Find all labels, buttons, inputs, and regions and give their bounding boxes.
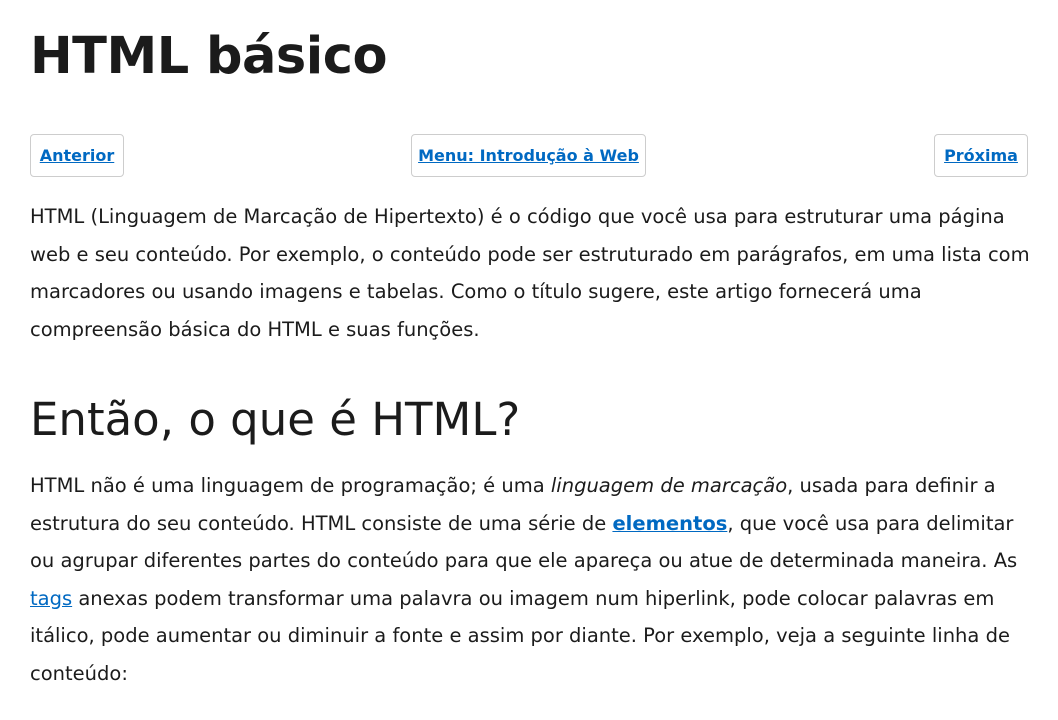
previous-link[interactable]: Anterior <box>40 146 115 165</box>
previous-button[interactable]: Anterior <box>30 134 124 177</box>
definition-text-1: HTML não é uma linguagem de programação;… <box>30 474 551 497</box>
next-link[interactable]: Próxima <box>944 146 1018 165</box>
section-heading: Então, o que é HTML? <box>30 393 521 446</box>
markup-language-emphasis: linguagem de marcação <box>550 474 788 497</box>
definition-text-4: anexas podem transformar uma palavra ou … <box>30 586 1010 685</box>
page-title: HTML básico <box>30 27 388 86</box>
intro-paragraph: HTML (Linguagem de Marcação de Hipertext… <box>30 205 1030 341</box>
article-page: HTML básico Anterior Menu: Introdução à … <box>0 0 1058 720</box>
menu-link[interactable]: Menu: Introdução à Web <box>418 146 639 165</box>
menu-button[interactable]: Menu: Introdução à Web <box>411 134 646 177</box>
next-button[interactable]: Próxima <box>934 134 1028 177</box>
definition-paragraph: HTML não é uma linguagem de programação;… <box>30 467 1035 693</box>
elements-link[interactable]: elementos <box>612 512 727 535</box>
tags-link[interactable]: tags <box>30 587 72 610</box>
